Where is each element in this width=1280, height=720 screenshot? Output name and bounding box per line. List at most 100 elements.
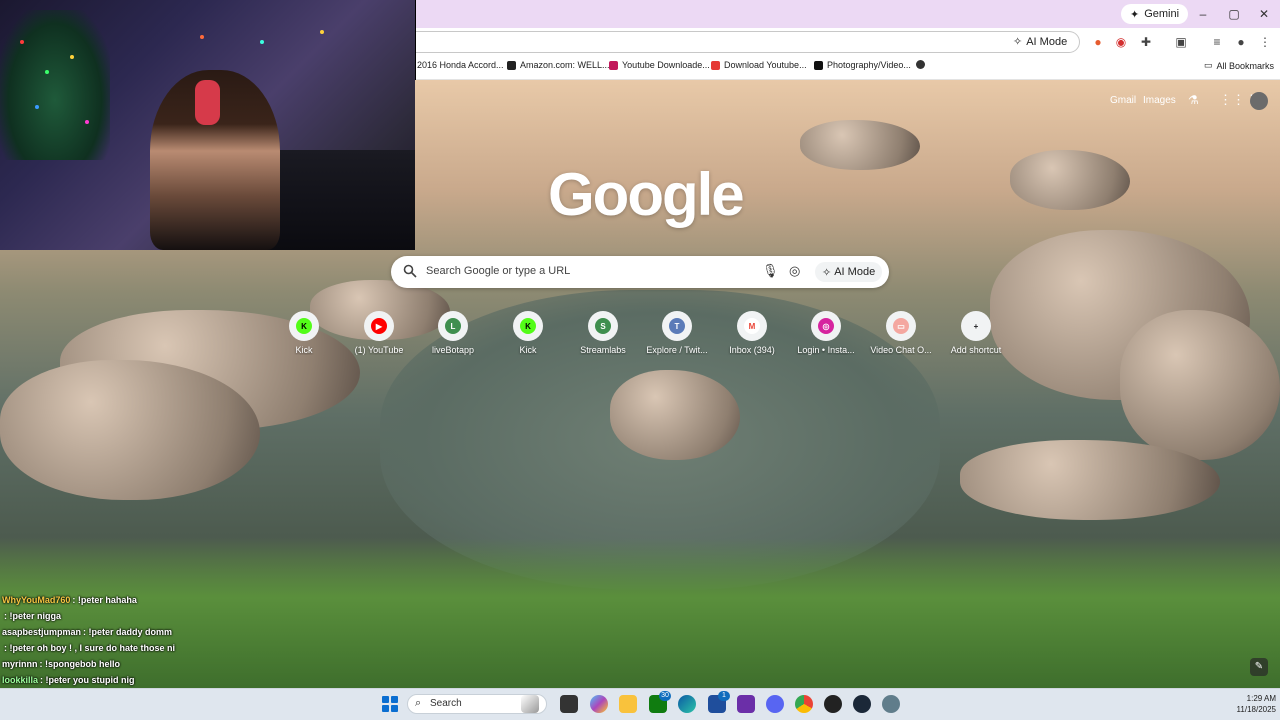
bookmark-label: Amazon.com: WELL... bbox=[520, 60, 610, 70]
shortcut-favicon-icon: K bbox=[296, 318, 312, 334]
chat-text: : !spongebob hello bbox=[39, 659, 121, 669]
bookmark-label: Photography/Video... bbox=[827, 60, 911, 70]
settings-gear-icon[interactable] bbox=[882, 695, 900, 713]
bookmark-label: Youtube Downloade... bbox=[622, 60, 710, 70]
shortcut-label: Inbox (394) bbox=[729, 345, 775, 355]
shortcut-label: Explore / Twit... bbox=[646, 345, 708, 355]
labs-flask-icon[interactable]: ⚗ bbox=[1188, 93, 1199, 107]
app-icon[interactable] bbox=[737, 695, 755, 713]
edge-icon[interactable] bbox=[678, 695, 696, 713]
taskbar bbox=[0, 688, 1280, 720]
ai-mode-label: AI Mode bbox=[834, 266, 876, 278]
bookmark-item[interactable]: Amazon.com: WELL... bbox=[507, 60, 610, 70]
address-bar[interactable] bbox=[416, 31, 1080, 53]
bookmark-item[interactable]: Youtube Downloade... bbox=[609, 60, 710, 70]
shortcut-tile[interactable]: T Explore / Twit... bbox=[639, 311, 715, 355]
shortcut-icon-circle: S bbox=[588, 311, 618, 341]
chat-message: : !peter nigga bbox=[2, 608, 422, 624]
search-highlight-icon[interactable] bbox=[521, 695, 539, 713]
shortcut-icon-circle: ▭ bbox=[886, 311, 916, 341]
taskbar-search-label[interactable]: Search bbox=[430, 698, 462, 709]
account-avatar[interactable] bbox=[1250, 92, 1268, 110]
close-button[interactable]: ✕ bbox=[1252, 4, 1276, 24]
shortcut-favicon-icon: L bbox=[445, 318, 461, 334]
gemini-button[interactable]: ✦ Gemini bbox=[1121, 4, 1189, 24]
extension-icon[interactable]: ● bbox=[1089, 34, 1107, 50]
microphone-icon[interactable]: 🎙 bbox=[762, 263, 779, 279]
shortcut-label: Login • Insta... bbox=[797, 345, 855, 355]
all-bookmarks-label: All Bookmarks bbox=[1216, 60, 1275, 71]
gemini-icon: ✦ bbox=[1130, 8, 1140, 21]
chat-text: : !peter you stupid nig bbox=[40, 675, 135, 685]
shortcut-icon-circle: K bbox=[513, 311, 543, 341]
gmail-link[interactable]: Gmail bbox=[1110, 95, 1136, 106]
profile-avatar[interactable]: ● bbox=[1232, 34, 1250, 50]
chrome-icon[interactable] bbox=[795, 695, 813, 713]
clock-date: 11/18/2025 bbox=[1236, 705, 1276, 714]
opera-extension-icon[interactable]: ◉ bbox=[1112, 34, 1130, 50]
chat-message: myrinnn: !spongebob hello bbox=[2, 656, 422, 672]
shortcut-label: Add shortcut bbox=[950, 345, 1002, 355]
omnibox-ai-mode-button[interactable]: ✧ AI Mode bbox=[1013, 35, 1068, 49]
file-explorer-icon[interactable] bbox=[619, 695, 637, 713]
minimize-button[interactable]: – bbox=[1191, 4, 1215, 24]
chat-username: WhyYouMad760 bbox=[2, 595, 71, 605]
ai-mode-icon: ✧ bbox=[822, 266, 832, 279]
shortcut-tile[interactable]: LliveBotapp bbox=[415, 311, 491, 355]
images-link[interactable]: Images bbox=[1143, 95, 1176, 106]
google-logo: Google bbox=[548, 161, 745, 228]
reading-list-icon[interactable]: ≡ bbox=[1208, 34, 1226, 50]
shortcut-icon-circle: K bbox=[289, 311, 319, 341]
shortcut-tile[interactable]: ▭ Video Chat O... bbox=[863, 311, 939, 355]
chat-username: asapbestjumpman bbox=[2, 627, 82, 637]
bookmark-favicon-icon bbox=[814, 60, 823, 70]
shortcut-tile[interactable]: ◎ Login • Insta... bbox=[788, 311, 864, 355]
shortcut-tile[interactable]: K Kick bbox=[266, 311, 342, 355]
customize-pencil-icon[interactable]: ✎ bbox=[1250, 658, 1268, 676]
shortcut-icon-circle: M bbox=[737, 311, 767, 341]
google-lens-icon[interactable]: ◎ bbox=[789, 263, 800, 279]
chat-text: : !peter daddy domm bbox=[83, 627, 173, 637]
bookmark-item[interactable]: Download Youtube... bbox=[711, 60, 807, 70]
chat-message: asapbestjumpman: !peter daddy domm bbox=[2, 624, 422, 640]
bookmark-item[interactable]: Photography/Video... bbox=[814, 60, 911, 70]
bookmark-item[interactable] bbox=[916, 60, 925, 69]
shortcut-tile[interactable]: S Streamlabs bbox=[565, 311, 641, 355]
all-bookmarks-button[interactable]: ▭ All Bookmarks bbox=[1204, 60, 1274, 71]
discord-icon[interactable] bbox=[766, 695, 784, 713]
shortcut-tile[interactable]: K Kick bbox=[490, 311, 566, 355]
shortcut-favicon-icon: ◎ bbox=[818, 318, 834, 334]
youtube-icon bbox=[711, 60, 720, 70]
omnibox-ai-mode-label: AI Mode bbox=[1026, 35, 1068, 48]
task-view-icon[interactable] bbox=[560, 695, 578, 713]
ai-mode-button[interactable]: ✧ AI Mode bbox=[815, 262, 883, 282]
search-icon: ⌕ bbox=[415, 697, 422, 709]
shortcut-label: Video Chat O... bbox=[870, 345, 932, 355]
chrome-menu-icon[interactable]: ⋮ bbox=[1256, 34, 1274, 50]
shortcut-label: Streamlabs bbox=[580, 345, 626, 355]
copilot-icon[interactable] bbox=[590, 695, 608, 713]
shortcut-tile[interactable]: ▶ (1) YouTube bbox=[341, 311, 417, 355]
puzzle-extensions-icon[interactable]: ✚ bbox=[1137, 34, 1155, 50]
tab-search-icon[interactable]: ▣ bbox=[1172, 34, 1190, 50]
folder-icon: ▭ bbox=[1204, 60, 1213, 70]
maximize-button[interactable]: ▢ bbox=[1222, 4, 1246, 24]
shortcut-favicon-icon: ▭ bbox=[893, 318, 909, 334]
steam-icon[interactable] bbox=[853, 695, 871, 713]
windows-start-icon[interactable] bbox=[382, 696, 398, 712]
christmas-tree bbox=[0, 10, 110, 160]
bookmark-favicon-icon bbox=[609, 60, 618, 70]
shortcut-favicon-icon: M bbox=[744, 318, 760, 334]
shortcut-favicon-icon: S bbox=[595, 318, 611, 334]
taskbar-clock[interactable]: 1:29 AM 11/18/2025 bbox=[1222, 693, 1276, 715]
headset bbox=[195, 80, 220, 125]
shortcut-label: (1) YouTube bbox=[354, 345, 404, 355]
bookmark-label: 2016 Honda Accord... bbox=[417, 60, 504, 70]
shortcut-favicon-icon: ▶ bbox=[371, 318, 387, 334]
obs-icon[interactable] bbox=[824, 695, 842, 713]
shortcut-tile[interactable]: M Inbox (394) bbox=[714, 311, 790, 355]
shortcut-favicon-icon: + bbox=[968, 318, 984, 334]
bookmark-item[interactable]: 2016 Honda Accord... bbox=[417, 60, 504, 70]
shortcut-tile[interactable]: + Add shortcut bbox=[938, 311, 1014, 355]
search-placeholder[interactable]: Search Google or type a URL bbox=[426, 265, 570, 277]
